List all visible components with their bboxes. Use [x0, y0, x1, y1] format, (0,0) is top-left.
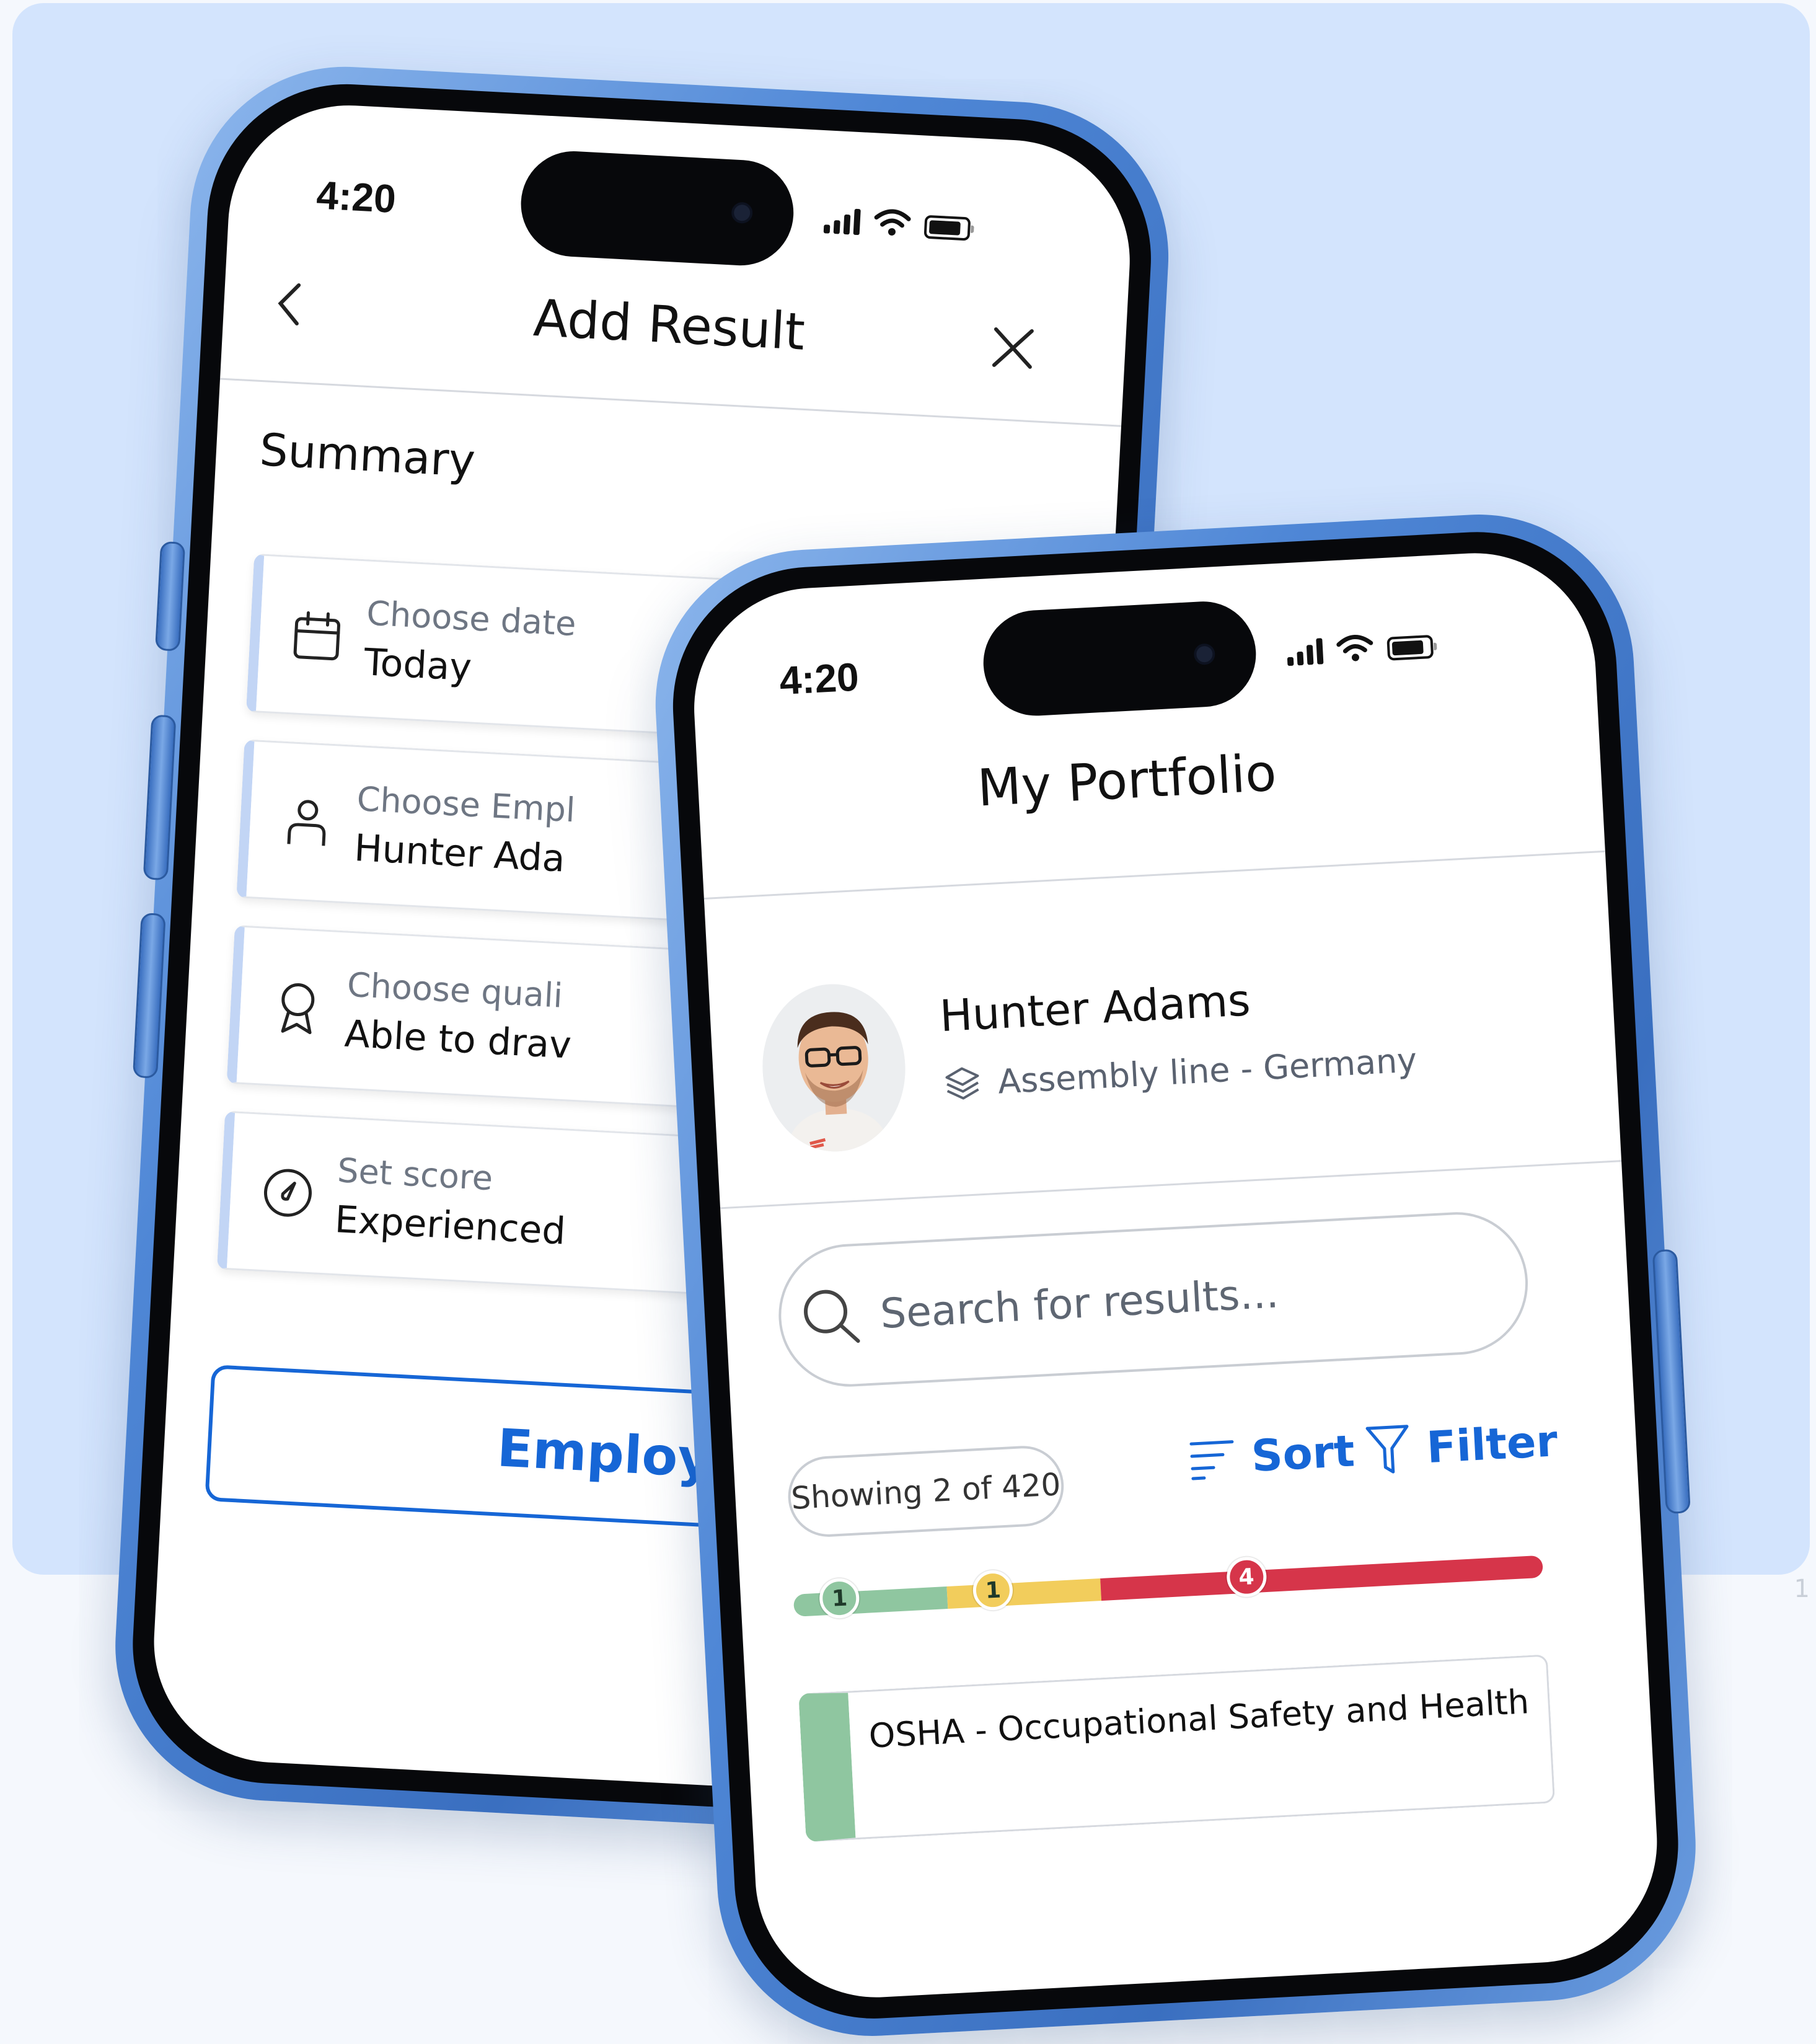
close-button[interactable]	[984, 319, 1042, 378]
sort-button[interactable]: Sort	[1188, 1425, 1356, 1485]
action-button	[154, 541, 186, 652]
signal-icon	[1286, 638, 1324, 666]
front-phone: 4:20 My Portfolio Hunter Adams Assembly …	[648, 507, 1704, 2044]
award-icon	[281, 983, 315, 1035]
status-icons	[1286, 630, 1434, 666]
field-label: Choose date	[365, 593, 578, 644]
search-placeholder: Search for results...	[879, 1268, 1280, 1338]
progress-segment-red	[1100, 1555, 1544, 1601]
portfolio-screen: 4:20 My Portfolio Hunter Adams Assembly …	[688, 547, 1664, 2004]
field-value: Experienced	[333, 1198, 567, 1254]
result-item[interactable]: OSHA - Occupational Safety and Health	[798, 1654, 1556, 1843]
close-icon	[992, 327, 1034, 369]
page-number: 1	[1794, 1575, 1810, 1603]
dynamic-island	[981, 598, 1259, 719]
profile-name: Hunter Adams	[938, 975, 1252, 1042]
sort-icon	[1189, 1440, 1234, 1480]
profile-location: Assembly line - Germany	[942, 1040, 1418, 1104]
gauge-icon	[263, 1169, 312, 1217]
avatar-portrait	[758, 980, 910, 1156]
avatar	[758, 980, 910, 1156]
page-title: Add Result	[532, 288, 806, 362]
wifi-icon	[1336, 635, 1373, 661]
header-divider	[219, 378, 1122, 427]
summary-heading: Summary	[258, 423, 477, 487]
field-label: Set score	[336, 1151, 494, 1198]
calendar-icon	[293, 611, 340, 661]
battery-icon	[1386, 634, 1434, 661]
header-divider	[703, 850, 1605, 900]
field-value: Today	[363, 640, 473, 690]
back-button[interactable]	[266, 275, 312, 333]
person-icon	[287, 800, 326, 846]
sort-label: Sort	[1250, 1425, 1356, 1482]
field-label: Choose quali	[346, 965, 564, 1015]
dynamic-island	[518, 148, 796, 268]
status-time: 4:20	[778, 654, 860, 704]
progress-segment-yellow	[946, 1578, 1102, 1609]
progress-segment-green	[793, 1586, 948, 1617]
results-progress-bar: 114	[793, 1555, 1544, 1619]
battery-icon	[923, 215, 971, 241]
filter-button[interactable]: Filter	[1365, 1415, 1559, 1477]
field-value: Hunter Ada	[353, 826, 566, 881]
location-text: Assembly line - Germany	[997, 1040, 1418, 1102]
signal-icon	[823, 207, 861, 236]
wifi-icon	[874, 209, 911, 236]
search-icon	[804, 1290, 860, 1343]
camera	[731, 201, 754, 224]
filter-label: Filter	[1425, 1415, 1559, 1474]
results-count-badge: Showing 2 of 420	[786, 1444, 1066, 1539]
camera	[1193, 643, 1216, 666]
result-title: OSHA - Occupational Safety and Health	[868, 1682, 1530, 1756]
field-label: Choose Empl	[356, 779, 576, 830]
profile-divider	[720, 1160, 1622, 1210]
field-value: Able to drav	[343, 1012, 573, 1068]
status-icons	[823, 205, 971, 241]
filter-icon	[1365, 1425, 1409, 1474]
layers-icon	[945, 1067, 979, 1100]
chevron-left-icon	[278, 283, 301, 325]
page-title: My Portfolio	[976, 743, 1278, 818]
search-input[interactable]: Search for results...	[775, 1208, 1532, 1391]
status-time: 4:20	[315, 172, 397, 221]
